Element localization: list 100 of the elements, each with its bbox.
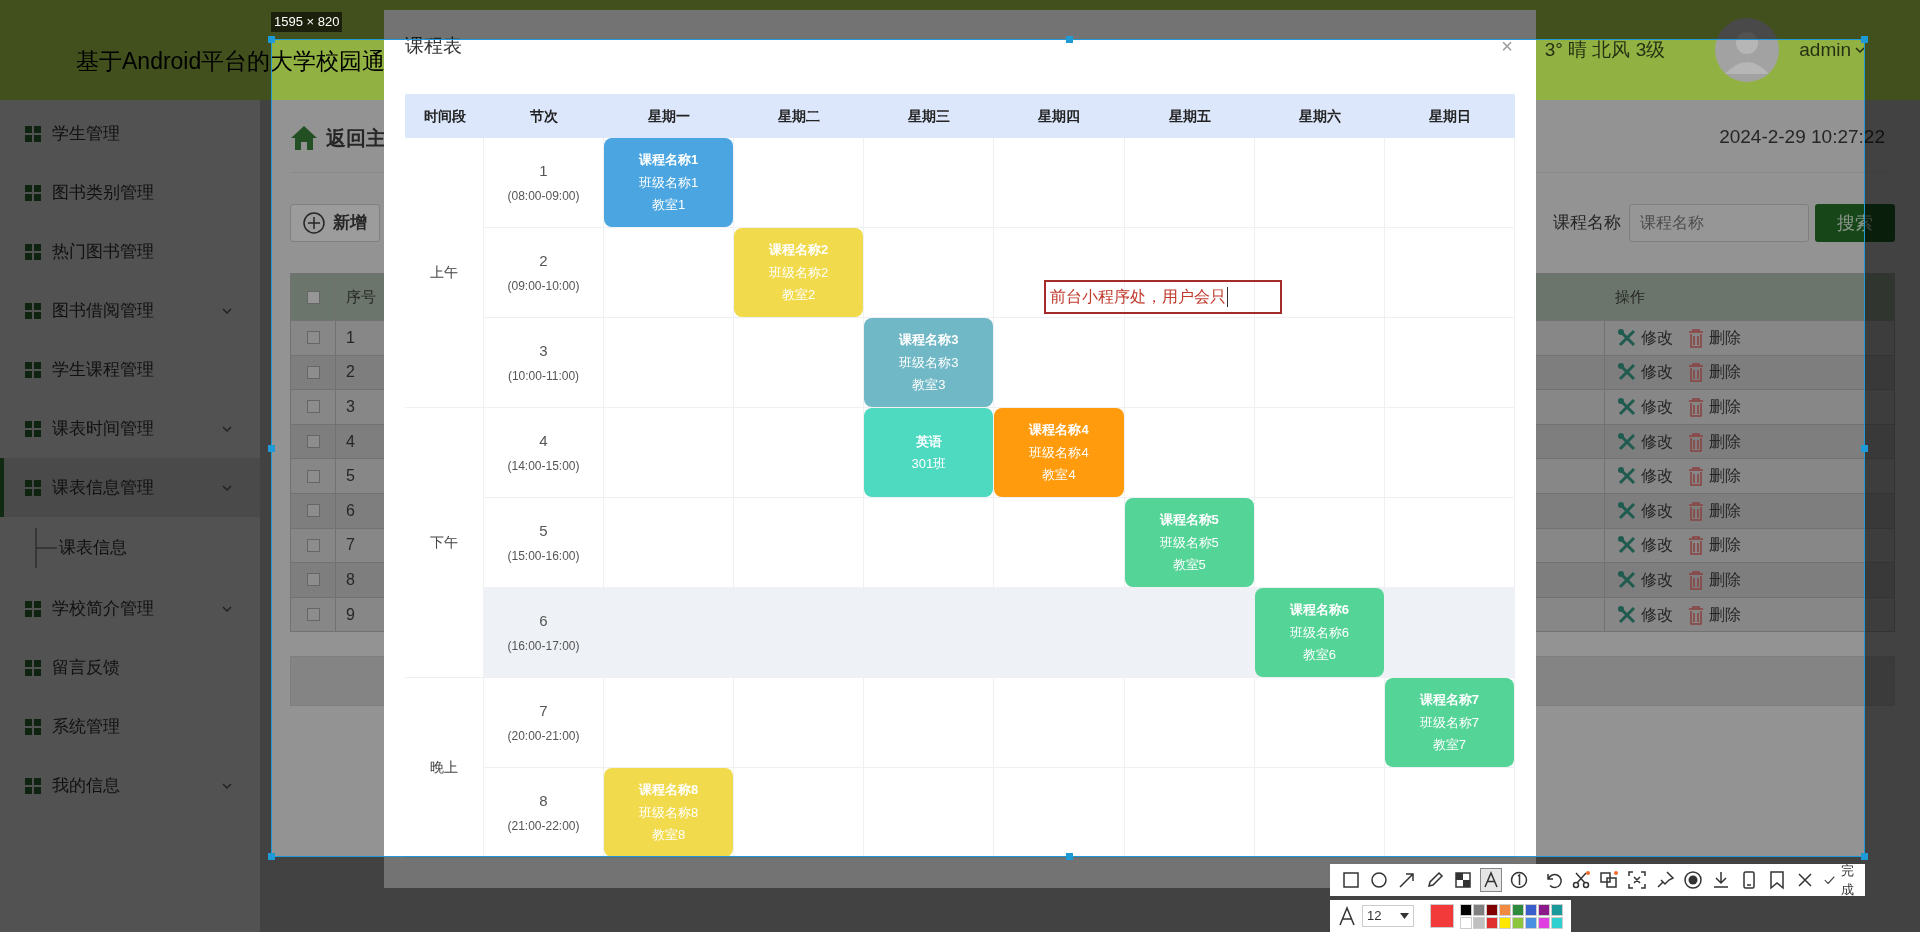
color-swatch[interactable]	[1538, 903, 1550, 916]
font-size-select[interactable]: 12	[1362, 905, 1414, 927]
sidebar-item[interactable]: 留言反馈	[0, 638, 260, 697]
course-card[interactable]: 课程名称4 班级名称4 教室4	[994, 408, 1124, 497]
checkbox[interactable]	[306, 469, 320, 483]
home-icon[interactable]	[290, 124, 318, 151]
color-swatch[interactable]	[1486, 916, 1498, 929]
edit-link[interactable]: 修改	[1617, 533, 1673, 558]
delete-link[interactable]: 删除	[1687, 464, 1741, 489]
wrench-icon	[1617, 466, 1637, 487]
color-swatch[interactable]	[1499, 916, 1511, 929]
color-swatch[interactable]	[1525, 903, 1537, 916]
back-link[interactable]: 返回主	[326, 122, 386, 153]
caret-icon	[1855, 47, 1865, 53]
column-header: 星期五	[1124, 94, 1255, 138]
delete-link[interactable]: 删除	[1687, 567, 1741, 592]
resize-handle[interactable]	[1066, 36, 1073, 43]
avatar-icon[interactable]	[1715, 18, 1780, 82]
sidebar-item[interactable]: 学生课程管理	[0, 340, 260, 399]
delete-link[interactable]: 删除	[1687, 395, 1741, 419]
classroom: 教室2	[782, 286, 816, 305]
search-field[interactable]: 课程名称	[1629, 204, 1809, 242]
text-icon	[1481, 870, 1501, 890]
add-button[interactable]: 新增	[290, 204, 380, 242]
checkbox[interactable]	[306, 365, 320, 379]
delete-link[interactable]: 删除	[1687, 429, 1741, 454]
tool-button[interactable]	[1626, 868, 1648, 892]
grid-icon	[24, 183, 42, 202]
slot-time: (15:00-16:00)	[507, 547, 580, 565]
color-swatch[interactable]	[1460, 903, 1472, 916]
current-color-swatch[interactable]	[1430, 904, 1454, 928]
tool-button[interactable]	[1480, 868, 1502, 892]
resize-handle[interactable]	[1861, 445, 1868, 452]
checkbox[interactable]	[306, 608, 320, 622]
course-card[interactable]: 课程名称3 班级名称3 教室3	[864, 318, 994, 407]
edit-link[interactable]: 修改	[1617, 602, 1673, 627]
delete-link[interactable]: 删除	[1687, 602, 1741, 627]
color-swatch[interactable]	[1512, 916, 1524, 929]
edit-link[interactable]: 修改	[1617, 464, 1673, 489]
sidebar-item[interactable]: 图书借阅管理	[0, 281, 260, 340]
delete-link[interactable]: 删除	[1687, 360, 1741, 385]
color-swatch[interactable]	[1551, 903, 1563, 916]
slot-time: (09:00-10:00)	[507, 277, 580, 295]
sidebar-item[interactable]: 学校简介管理	[0, 579, 260, 638]
class-name: 班级名称6	[1289, 623, 1349, 642]
delete-link[interactable]: 删除	[1687, 533, 1741, 558]
resize-handle[interactable]	[1861, 36, 1868, 43]
checkbox[interactable]	[306, 290, 320, 304]
trash-icon	[1687, 397, 1705, 417]
wrench-icon	[1617, 327, 1637, 348]
text-annotation-box[interactable]: 前台小程序处，用户会只	[1044, 280, 1282, 314]
edit-link[interactable]: 修改	[1617, 498, 1673, 523]
resize-handle[interactable]	[268, 36, 275, 43]
slot-time: (08:00-09:00)	[507, 187, 580, 205]
checkbox[interactable]	[306, 504, 320, 518]
checkbox[interactable]	[306, 573, 320, 587]
edit-link[interactable]: 修改	[1617, 360, 1673, 385]
done-button[interactable]: 完成	[1824, 860, 1856, 900]
sidebar-item[interactable]: 热门图书管理	[0, 222, 260, 281]
color-swatch[interactable]	[1460, 916, 1472, 929]
color-swatch[interactable]	[1486, 903, 1498, 916]
class-name: 班级名称1	[638, 173, 699, 192]
color-swatch[interactable]	[1551, 916, 1563, 929]
grid-icon	[24, 360, 42, 379]
edit-link[interactable]: 修改	[1617, 395, 1673, 419]
resize-handle[interactable]	[1861, 853, 1868, 860]
slot-number: 1	[539, 161, 548, 182]
checkbox[interactable]	[306, 538, 320, 552]
color-swatch[interactable]	[1538, 916, 1550, 929]
color-swatch[interactable]	[1512, 903, 1524, 916]
sidebar-item[interactable]: 我的信息	[0, 756, 260, 815]
color-swatch[interactable]	[1525, 916, 1537, 929]
checkbox[interactable]	[306, 331, 320, 345]
sidebar-item[interactable]: 图书类别管理	[0, 163, 260, 222]
delete-link[interactable]: 删除	[1687, 325, 1741, 350]
sidebar-item[interactable]: 学生管理	[0, 104, 260, 163]
tool-button[interactable]	[1682, 868, 1704, 892]
grid-icon	[24, 717, 42, 736]
size-label: 1595 × 820	[271, 12, 343, 32]
delete-link[interactable]: 删除	[1687, 498, 1741, 523]
classroom: 教室5	[1172, 556, 1206, 575]
resize-handle[interactable]	[268, 853, 275, 860]
trash-icon	[1687, 431, 1705, 452]
resize-handle[interactable]	[1066, 853, 1073, 860]
edit-link[interactable]: 修改	[1617, 567, 1673, 592]
checkbox[interactable]	[306, 400, 320, 414]
color-swatch[interactable]	[1473, 916, 1485, 929]
edit-link[interactable]: 修改	[1617, 429, 1673, 454]
edit-link[interactable]: 修改	[1617, 325, 1673, 350]
sidebar-subitem[interactable]: 课表信息	[0, 517, 260, 579]
scan-icon	[1627, 870, 1647, 890]
sidebar-item[interactable]: 课表时间管理	[0, 399, 260, 458]
course-card[interactable]: 课程名称1 班级名称1 教室1	[604, 138, 734, 227]
color-swatch[interactable]	[1499, 903, 1511, 916]
sidebar-item[interactable]: 系统管理	[0, 697, 260, 756]
slot-number: 8	[539, 791, 548, 812]
checkbox[interactable]	[306, 435, 320, 449]
trash-icon	[1687, 362, 1705, 383]
resize-handle[interactable]	[268, 445, 275, 452]
color-swatch[interactable]	[1473, 903, 1485, 916]
